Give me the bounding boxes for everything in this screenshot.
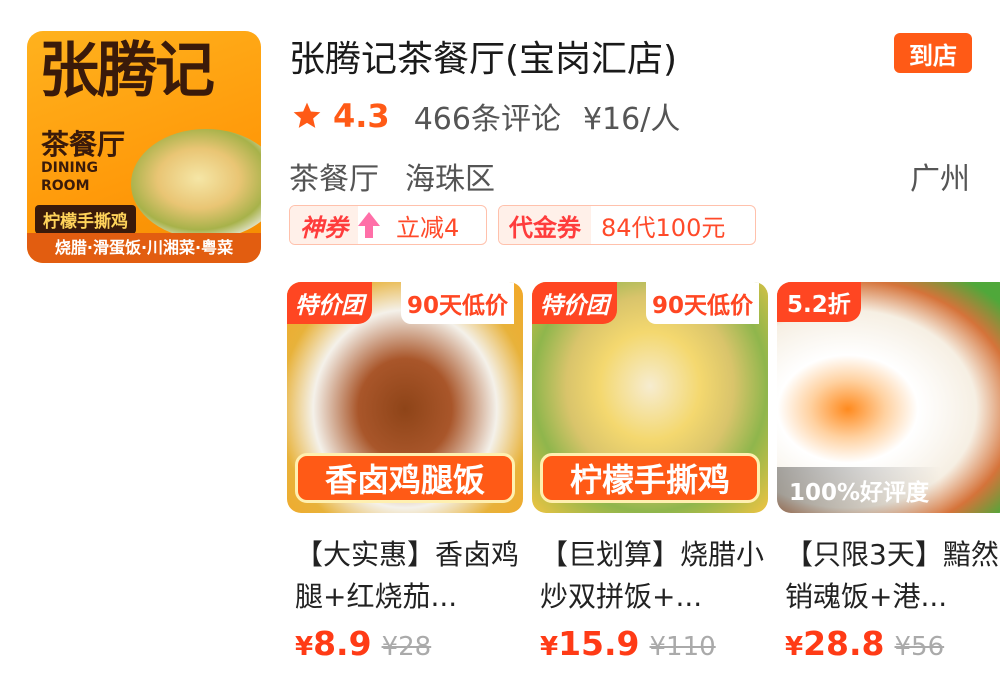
- deal-tag: 特价团: [532, 282, 617, 324]
- logo-dining-text: DINING ROOM: [41, 160, 98, 194]
- rating-row: 4.3 466条评论 ¥16/人: [291, 94, 681, 138]
- logo-brand-text: 张腾记: [39, 36, 215, 106]
- deal-price: ¥8.9: [295, 624, 372, 663]
- logo-sub-text: 茶餐厅: [41, 128, 126, 161]
- deal-image: 特价团 90天低价 柠檬手撕鸡: [532, 282, 768, 513]
- logo-dish-image: [131, 129, 261, 239]
- coupon-label: 代金券: [499, 206, 591, 244]
- district-label: 海珠区: [405, 162, 495, 197]
- deal-price-value: 8.9: [313, 624, 372, 663]
- price-per-person: ¥16/人: [582, 102, 681, 137]
- star-icon: [293, 102, 321, 128]
- coupon-value: 84代100元: [601, 213, 726, 242]
- deal-title: 【只限3天】黯然销魂饭+港...: [785, 538, 999, 613]
- deal-image: 5.2折 100%好评度: [777, 282, 1000, 513]
- deal-image-caption: 柠檬手撕鸡: [540, 453, 760, 503]
- deal-prices: ¥8.9 ¥28: [295, 624, 431, 663]
- deal-price: ¥28.8: [785, 624, 885, 663]
- deal-discount-tag: 5.2折: [777, 282, 861, 322]
- rating-score: 4.3: [333, 97, 390, 135]
- shop-name[interactable]: 张腾记茶餐厅(宝岗汇店): [289, 30, 677, 82]
- deal-badge: 90天低价: [646, 282, 760, 324]
- currency-symbol: ¥: [785, 632, 804, 662]
- deal-original-price: ¥56: [894, 632, 945, 662]
- category-label: 茶餐厅: [289, 162, 379, 197]
- category-row: 茶餐厅 海珠区: [289, 154, 521, 197]
- deal-price-value: 15.9: [558, 624, 640, 663]
- deal-tag: 特价团: [287, 282, 372, 324]
- deal-title: 【大实惠】香卤鸡腿+红烧茄...: [295, 538, 520, 613]
- logo-signature-tag: 柠檬手撕鸡: [35, 205, 136, 234]
- deal-image: 特价团 90天低价 香卤鸡腿饭: [287, 282, 523, 513]
- deal-original-price: ¥28: [381, 632, 432, 662]
- review-count[interactable]: 466条评论: [414, 94, 561, 138]
- deal-title: 【巨划算】烧腊小炒双拼饭+...: [540, 538, 765, 613]
- coupon-value: 立减4: [396, 213, 460, 242]
- currency-symbol: ¥: [295, 632, 314, 662]
- city-label: 广州: [910, 162, 970, 197]
- deal-badge: 90天低价: [401, 282, 515, 324]
- logo-bottom-banner: 烧腊·滑蛋饭·川湘菜·粤菜: [27, 233, 261, 263]
- arrow-up-icon: [358, 212, 380, 238]
- coupon-label: 神券: [290, 206, 358, 244]
- deal-prices: ¥15.9 ¥110: [540, 624, 716, 663]
- coupon-shenquan[interactable]: 神券 立减4: [289, 205, 487, 245]
- deal-original-price: ¥110: [649, 632, 716, 662]
- deal-prices: ¥28.8 ¥56: [785, 624, 944, 663]
- deal-price-value: 28.8: [803, 624, 885, 663]
- visit-store-badge: 到店: [894, 33, 972, 73]
- currency-symbol: ¥: [540, 632, 559, 662]
- deal-image-caption: 香卤鸡腿饭: [295, 453, 515, 503]
- shop-logo[interactable]: 张腾记 茶餐厅 DINING ROOM 柠檬手撕鸡 烧腊·滑蛋饭·川湘菜·粤菜: [27, 31, 261, 263]
- deal-price: ¥15.9: [540, 624, 640, 663]
- deal-rating-badge: 100%好评度: [777, 467, 942, 513]
- coupon-voucher[interactable]: 代金券 84代100元: [498, 205, 756, 245]
